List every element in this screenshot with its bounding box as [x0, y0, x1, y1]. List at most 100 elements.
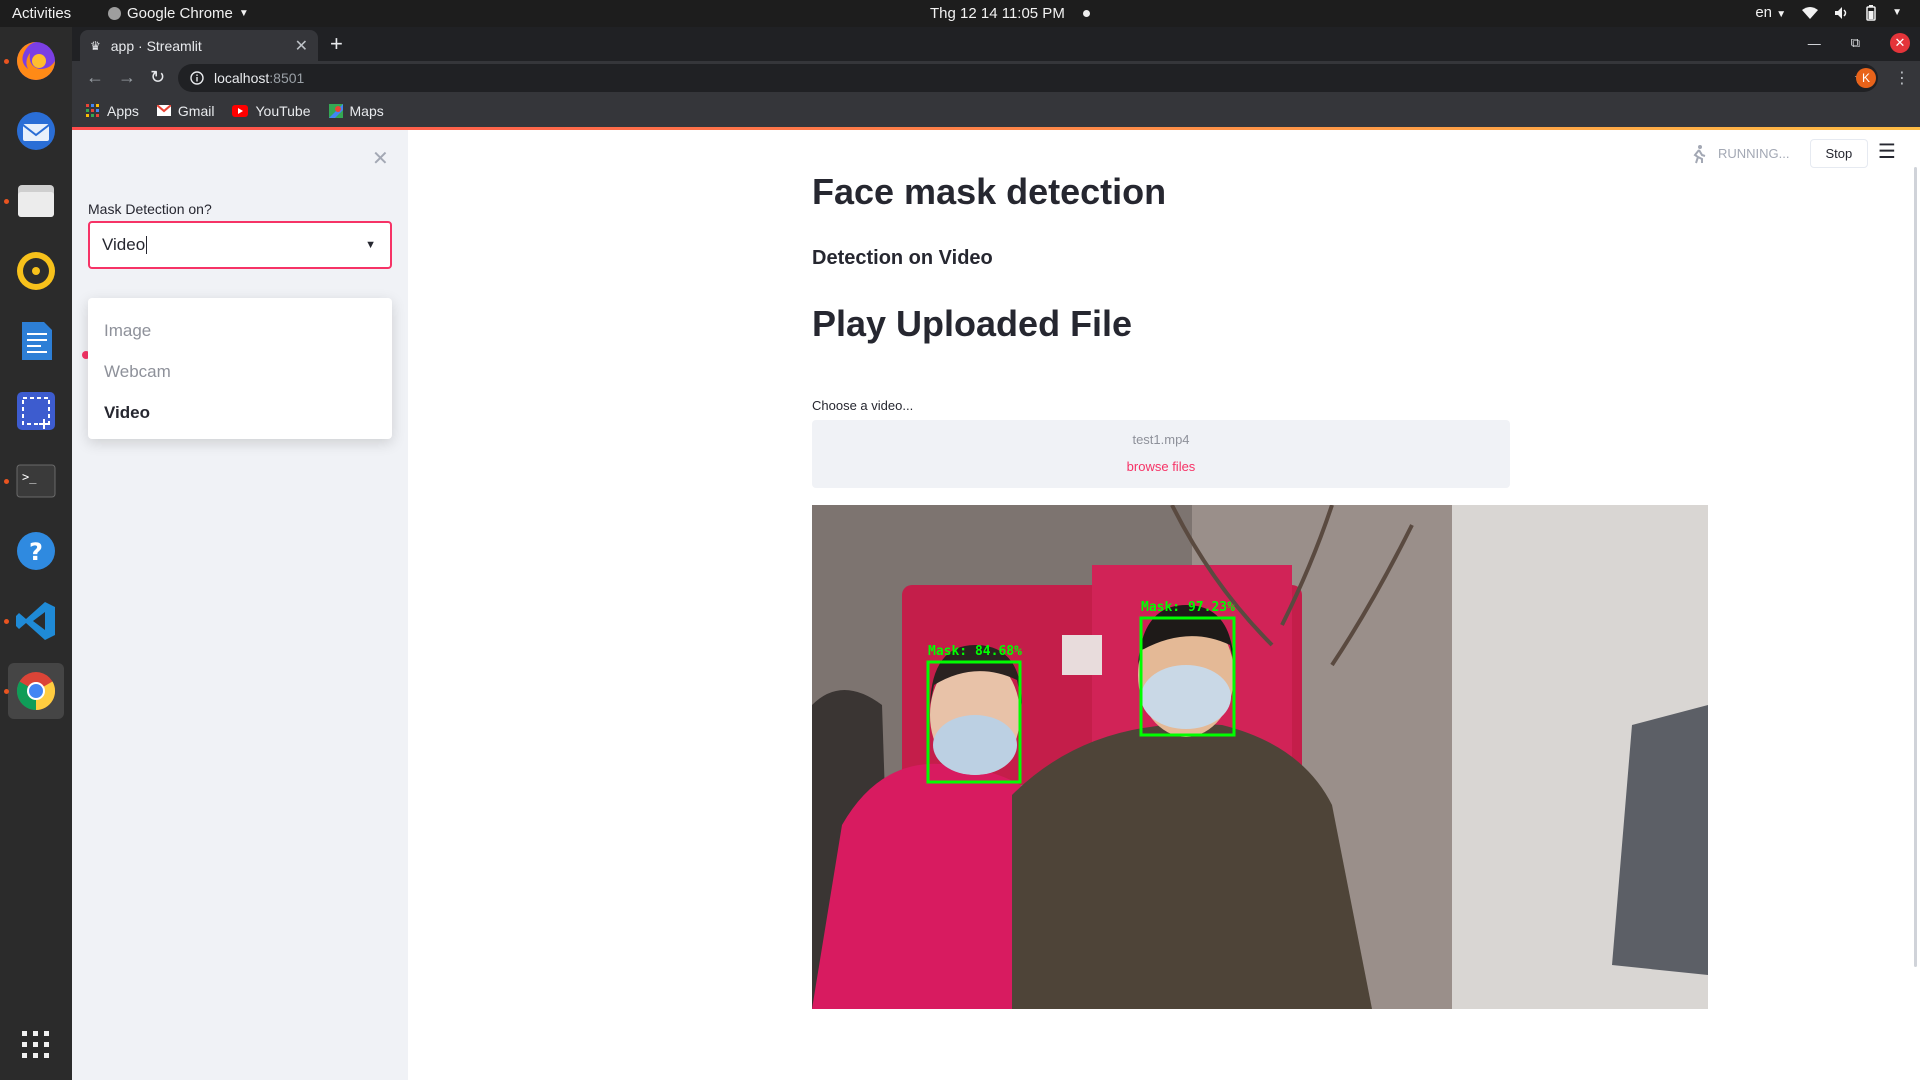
writer-icon: [22, 322, 52, 360]
files-icon: [18, 185, 54, 217]
section-title: Play Uploaded File: [812, 303, 1133, 344]
firefox-icon: [17, 42, 55, 80]
screenshot-icon: [17, 392, 55, 430]
bookmarks-bar: Apps Gmail YouTube Maps: [72, 95, 1920, 127]
window-controls: — ⧉ ✕: [1808, 33, 1910, 53]
bookmark-apps[interactable]: Apps: [86, 103, 139, 119]
help-icon: ?: [17, 532, 55, 570]
select-value: Video: [102, 235, 146, 254]
app-menu-label: Google Chrome: [127, 5, 233, 22]
activities-button[interactable]: Activities: [12, 5, 71, 22]
close-tab-icon[interactable]: ✕: [295, 36, 308, 56]
system-top-bar: Activities Google Chrome ▼ Thg 12 14 11:…: [0, 0, 1920, 27]
running-indicator: [4, 199, 9, 204]
clock[interactable]: Thg 12 14 11:05 PM: [930, 5, 1090, 22]
thunderbird-icon: [17, 112, 55, 150]
streamlit-favicon-icon: ♛: [90, 38, 101, 53]
forward-arrow-icon[interactable]: →: [118, 67, 136, 88]
detection-label: Mask: 84.68%: [928, 644, 1022, 659]
notification-dot-icon: [1082, 10, 1090, 17]
status-label: RUNNING...: [1718, 146, 1790, 161]
close-window-icon[interactable]: ✕: [1890, 33, 1910, 53]
page-scrollbar[interactable]: [1914, 167, 1917, 967]
sidebar: ✕ Mask Detection on? Video ▼ Image Webca…: [72, 130, 408, 1080]
wifi-icon: [1802, 6, 1819, 19]
maps-icon: [328, 104, 343, 118]
language-label: en: [1755, 4, 1773, 21]
uploader-label: Choose a video...: [812, 398, 914, 413]
youtube-icon: [232, 105, 249, 117]
dock-writer[interactable]: [8, 313, 64, 369]
system-tray[interactable]: en ▼ ▼: [1755, 4, 1902, 21]
video-frame-image: Mask: 84.68% Mask: 97.23%: [812, 505, 1708, 1009]
apps-grid-icon: [86, 104, 99, 117]
dock-vscode[interactable]: [4, 593, 64, 649]
bookmark-label: YouTube: [255, 103, 311, 119]
dock-rhythmbox[interactable]: [8, 243, 64, 299]
option-webcam[interactable]: Webcam: [88, 351, 392, 392]
streamlit-page: ✕ Mask Detection on? Video ▼ Image Webca…: [72, 127, 1920, 1080]
running-indicator: [4, 689, 9, 694]
bookmark-youtube[interactable]: YouTube: [232, 103, 311, 119]
reload-icon[interactable]: ↻: [150, 67, 165, 88]
uploaded-filename: test1.mp4: [1132, 432, 1190, 447]
terminal-icon: >_: [16, 464, 56, 498]
select-label: Mask Detection on?: [88, 201, 212, 217]
gmail-icon: [156, 105, 171, 116]
new-tab-button[interactable]: +: [330, 31, 343, 57]
url-port: :8501: [269, 70, 305, 86]
close-sidebar-icon[interactable]: ✕: [372, 146, 389, 171]
address-bar[interactable]: localhost:8501 ☆: [178, 64, 1878, 92]
video-frame[interactable]: Mask: 84.68% Mask: 97.23%: [812, 505, 1708, 1009]
hamburger-menu-icon[interactable]: ☰: [1878, 139, 1896, 164]
option-video[interactable]: Video: [88, 392, 392, 433]
tab-streamlit[interactable]: ♛ app · Streamlit ✕: [80, 30, 318, 61]
running-man-icon: [1693, 144, 1706, 163]
dock-show-apps[interactable]: [8, 1017, 64, 1073]
dock-terminal[interactable]: >_: [4, 453, 64, 509]
detection-label: Mask: 97.23%: [1141, 600, 1235, 615]
profile-avatar[interactable]: K: [1856, 68, 1876, 88]
bookmark-label: Maps: [349, 103, 384, 119]
show-apps-icon: [22, 1031, 49, 1058]
dock-chrome[interactable]: [4, 663, 64, 719]
browse-files-link[interactable]: browse files: [812, 459, 1510, 474]
detection-mode-select[interactable]: Video ▼: [88, 221, 392, 269]
restore-icon[interactable]: ⧉: [1851, 35, 1860, 51]
bookmark-maps[interactable]: Maps: [328, 103, 384, 119]
running-indicator: [4, 59, 9, 64]
file-uploader[interactable]: test1.mp4 browse files: [812, 420, 1510, 488]
info-icon: [190, 71, 204, 85]
url-host: localhost: [214, 70, 270, 86]
dock: >_ ?: [0, 27, 72, 1080]
vscode-icon: [16, 602, 55, 640]
app-menu[interactable]: Google Chrome ▼: [108, 5, 249, 22]
run-status: RUNNING... Stop: [1688, 139, 1869, 168]
caret-down-icon: ▼: [238, 8, 249, 19]
language-indicator[interactable]: en ▼: [1755, 4, 1786, 21]
option-image[interactable]: Image: [88, 310, 392, 351]
dock-thunderbird[interactable]: [8, 103, 64, 159]
chrome-small-icon: [108, 7, 121, 20]
minimize-icon[interactable]: —: [1808, 36, 1821, 51]
clock-label: Thg 12 14 11:05 PM: [930, 5, 1065, 22]
back-arrow-icon[interactable]: ←: [86, 67, 104, 88]
dock-screenshot[interactable]: [8, 383, 64, 439]
rhythmbox-icon: [17, 252, 55, 290]
page-title: Face mask detection: [812, 171, 1167, 212]
stop-button[interactable]: Stop: [1809, 139, 1869, 168]
chrome-menu-icon[interactable]: ⋮: [1894, 68, 1910, 88]
dock-help[interactable]: ?: [8, 523, 64, 579]
dock-files[interactable]: [4, 173, 64, 229]
chevron-down-icon: ▼: [365, 239, 376, 251]
running-indicator: [4, 619, 9, 624]
tab-strip: ♛ app · Streamlit ✕ + — ⧉ ✕: [72, 27, 1920, 61]
dock-firefox[interactable]: [4, 33, 64, 89]
bookmark-label: Apps: [107, 103, 139, 119]
svg-text:>_: >_: [22, 470, 37, 484]
browser-toolbar: ← → ↻ localhost:8501 ☆ K ⋮: [72, 61, 1920, 95]
svg-text:?: ?: [29, 538, 43, 566]
bookmark-gmail[interactable]: Gmail: [156, 103, 214, 119]
page-subtitle: Detection on Video: [812, 247, 993, 269]
caret-down-icon: ▼: [1776, 9, 1787, 20]
